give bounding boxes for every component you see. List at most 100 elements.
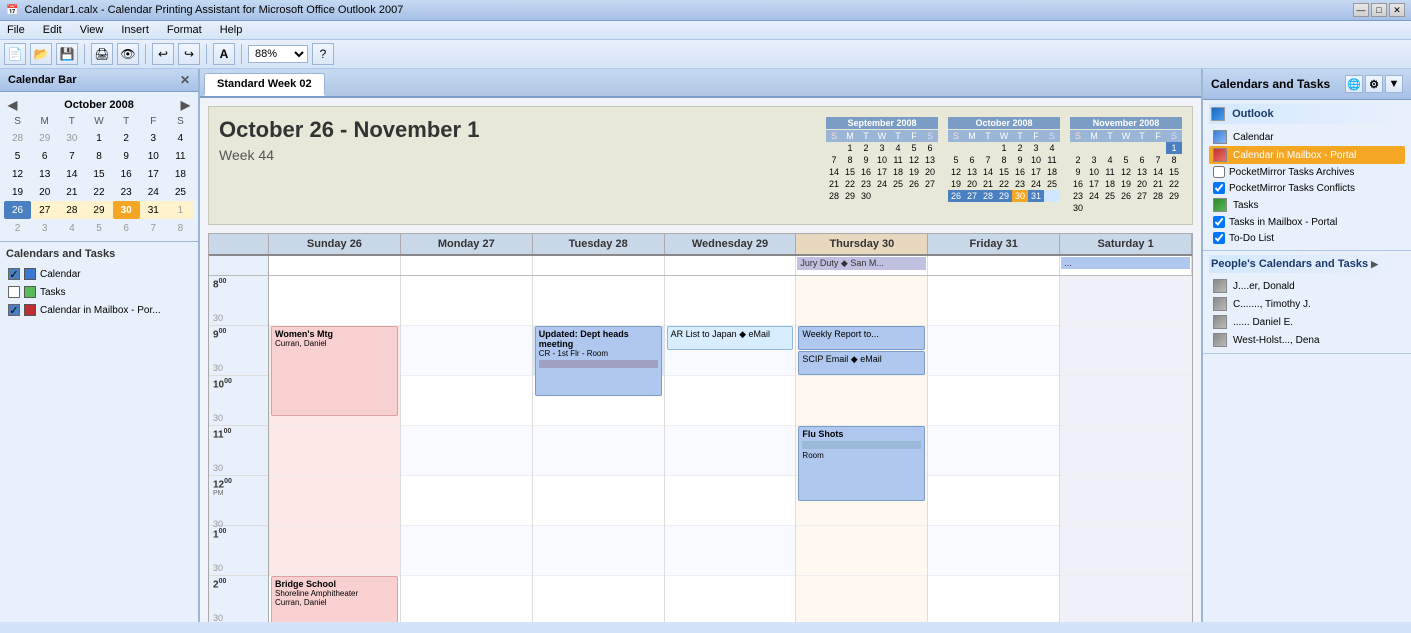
mini-cal-day[interactable]: 6 (964, 154, 980, 166)
mini-cal-day[interactable]: 14 (58, 165, 85, 183)
mini-cal-day[interactable]: 19 (948, 178, 964, 190)
menu-edit[interactable]: Edit (40, 23, 65, 37)
mini-cal-day[interactable]: 25 (890, 178, 906, 190)
mini-cal-day[interactable]: 17 (874, 166, 890, 178)
mini-cal-day[interactable] (890, 190, 906, 202)
mini-cal-day[interactable] (1044, 190, 1060, 202)
new-button[interactable]: 📄 (4, 43, 26, 65)
mini-cal-day[interactable]: 5 (4, 147, 31, 165)
close-button[interactable]: ✕ (1389, 3, 1405, 17)
mini-cal-day[interactable] (1070, 142, 1086, 154)
mini-cal-day[interactable]: 17 (140, 165, 167, 183)
mini-cal-day[interactable]: 4 (890, 142, 906, 154)
mini-cal-day[interactable]: 9 (858, 154, 874, 166)
calendar-item-tasks[interactable]: Tasks (6, 284, 192, 300)
mini-cal-day[interactable]: 20 (964, 178, 980, 190)
mini-cal-day[interactable]: 4 (167, 129, 194, 147)
right-item-dena[interactable]: West-Holst..., Dena (1209, 331, 1405, 349)
mini-cal-day[interactable]: 10 (874, 154, 890, 166)
mini-cal-day[interactable]: 1 (85, 129, 112, 147)
mini-cal-day[interactable]: 8 (167, 219, 194, 237)
mini-cal-day[interactable]: 1 (842, 142, 858, 154)
mini-cal-day[interactable]: 23 (113, 183, 140, 201)
undo-button[interactable]: ↩ (152, 43, 174, 65)
mini-cal-day[interactable]: 5 (85, 219, 112, 237)
mini-cal-day[interactable]: 22 (85, 183, 112, 201)
mini-cal-day[interactable]: 8 (85, 147, 112, 165)
mini-cal-day[interactable]: 15 (85, 165, 112, 183)
mini-cal-day[interactable]: 3 (1028, 142, 1044, 154)
zoom-select[interactable]: 88% 75% 100% 125% (248, 45, 308, 63)
mini-cal-day[interactable] (906, 190, 922, 202)
mini-cal-day[interactable]: 26 (906, 178, 922, 190)
next-month-button[interactable]: ▶ (181, 98, 190, 112)
mini-cal-day[interactable]: 28 (4, 129, 31, 147)
mini-cal-day[interactable]: 14 (826, 166, 842, 178)
right-item-pocketmirror-archives[interactable]: PocketMirror Tasks Archives (1209, 164, 1405, 180)
mini-cal-day[interactable]: 19 (1118, 178, 1134, 190)
mini-cal-day[interactable]: 7 (980, 154, 996, 166)
calendar-checkbox[interactable]: ✓ (8, 268, 20, 280)
mini-cal-day[interactable]: 30 (58, 129, 85, 147)
right-item-todo[interactable]: To-Do List (1209, 230, 1405, 246)
mini-cal-day[interactable]: 3 (31, 219, 58, 237)
mini-cal-day[interactable]: 13 (922, 154, 938, 166)
mini-cal-day[interactable]: 1 (1166, 142, 1182, 154)
mini-cal-day[interactable]: 21 (1150, 178, 1166, 190)
mini-cal-day[interactable]: 13 (1134, 166, 1150, 178)
mailbox-checkbox[interactable]: ✓ (8, 304, 20, 316)
mini-cal-day[interactable]: 29 (1166, 190, 1182, 202)
mini-cal-day[interactable]: 18 (167, 165, 194, 183)
all-day-event-jury[interactable]: Jury Duty ◆ San M... (797, 257, 926, 270)
outlook-section-title[interactable]: Outlook (1209, 104, 1405, 124)
mini-cal-day[interactable]: 21 (980, 178, 996, 190)
mini-cal-day[interactable]: 21 (58, 183, 85, 201)
mini-cal-day[interactable]: 2 (113, 129, 140, 147)
mini-cal-day[interactable]: 7 (58, 147, 85, 165)
mini-cal-day[interactable]: 28 (826, 190, 842, 202)
mini-cal-day[interactable]: 25 (167, 183, 194, 201)
mini-cal-day[interactable]: 27 (964, 190, 980, 202)
menu-view[interactable]: View (77, 23, 107, 37)
right-panel-icon-globe[interactable]: 🌐 (1345, 75, 1363, 93)
mini-cal-day[interactable]: 16 (1070, 178, 1086, 190)
right-item-calendar[interactable]: Calendar (1209, 128, 1405, 146)
mini-cal-day[interactable] (1086, 202, 1102, 214)
pocketmirror-archives-checkbox[interactable] (1213, 166, 1225, 178)
tasks-mailbox-checkbox[interactable] (1213, 216, 1225, 228)
right-item-tasks[interactable]: Tasks (1209, 196, 1405, 214)
mini-cal-day[interactable]: 16 (858, 166, 874, 178)
mini-cal-day[interactable]: 23 (1012, 178, 1028, 190)
mini-cal-day[interactable]: 15 (1166, 166, 1182, 178)
event-flu-shots[interactable]: Flu Shots Room (798, 426, 925, 501)
mini-cal-day[interactable]: 12 (906, 154, 922, 166)
mini-cal-day[interactable]: 11 (1044, 154, 1060, 166)
mini-cal-day[interactable]: 18 (1044, 166, 1060, 178)
mini-cal-day[interactable]: 7 (826, 154, 842, 166)
mini-cal-day[interactable]: 2 (4, 219, 31, 237)
mini-cal-day[interactable]: 30 (1012, 190, 1028, 202)
mini-cal-day[interactable]: 8 (842, 154, 858, 166)
mini-cal-day[interactable] (1118, 202, 1134, 214)
mini-cal-day[interactable]: 17 (1028, 166, 1044, 178)
mini-cal-day[interactable]: 18 (890, 166, 906, 178)
mini-cal-day[interactable]: 13 (31, 165, 58, 183)
pocketmirror-conflicts-checkbox[interactable] (1213, 182, 1225, 194)
mini-cal-day[interactable]: 28 (980, 190, 996, 202)
todo-checkbox[interactable] (1213, 232, 1225, 244)
mini-cal-day[interactable]: 20 (31, 183, 58, 201)
print-button[interactable]: 🖨 (91, 43, 113, 65)
mini-cal-day[interactable]: 2 (1012, 142, 1028, 154)
event-weekly-report[interactable]: Weekly Report to... (798, 326, 925, 350)
help-button[interactable]: ? (312, 43, 334, 65)
mini-cal-day[interactable]: 4 (1044, 142, 1060, 154)
mini-cal-day[interactable] (1134, 202, 1150, 214)
mini-cal-day[interactable]: 28 (58, 201, 85, 219)
mini-cal-day[interactable]: 22 (842, 178, 858, 190)
mini-cal-day[interactable]: 26 (1118, 190, 1134, 202)
mini-cal-day[interactable]: 19 (4, 183, 31, 201)
mini-cal-day[interactable] (1166, 202, 1182, 214)
mini-cal-day[interactable]: 4 (58, 219, 85, 237)
mini-cal-day[interactable]: 1 (996, 142, 1012, 154)
mini-cal-day[interactable]: 5 (906, 142, 922, 154)
